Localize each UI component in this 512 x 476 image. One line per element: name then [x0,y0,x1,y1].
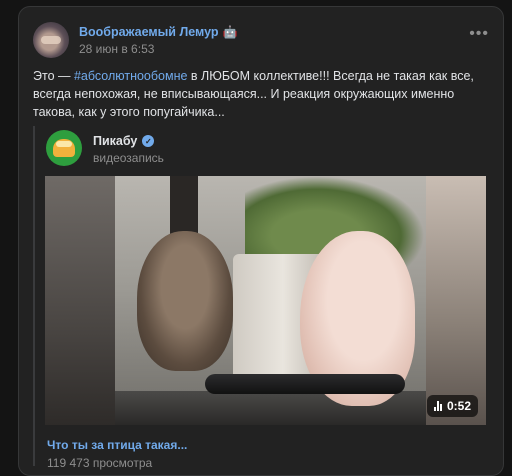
post-text: Это — #абсолютнообомне в ЛЮБОМ коллектив… [33,67,491,121]
post-date[interactable]: 28 июн в 6:53 [79,42,154,56]
video-bars-icon [433,401,442,411]
hashtag-link[interactable]: #абсолютнообомне [74,69,187,83]
source-name[interactable]: Пикабу [93,134,137,148]
source-name-link[interactable]: Пикабу ✓ [93,134,155,148]
owl-figure [137,231,233,371]
author-avatar[interactable] [33,22,69,58]
post-text-prefix: Это — [33,69,74,83]
pikabu-logo-icon [53,139,75,157]
verified-check-icon: ✓ [142,135,155,147]
bot-icon: 🤖 [222,25,238,39]
video-views: 119 473 просмотра [47,456,153,470]
video-duration-badge: 0:52 [426,395,478,417]
video-title-link[interactable]: Что ты за птица такая... [47,438,187,452]
post-card: Воображаемый Лемур 🤖 28 июн в 6:53 ••• Э… [18,6,504,476]
source-subtitle: видеозапись [93,151,164,165]
video-player[interactable]: 0:52 [45,176,486,425]
more-horizontal-icon[interactable]: ••• [469,26,489,42]
video-duration: 0:52 [446,399,471,413]
video-thumbnail [45,176,486,425]
repost-block: Пикабу ✓ видеозапись 0:52 Что ты за птиц… [33,126,491,470]
author-name-link[interactable]: Воображаемый Лемур 🤖 [79,25,237,39]
source-avatar[interactable] [46,130,82,166]
author-name[interactable]: Воображаемый Лемур [79,25,219,39]
